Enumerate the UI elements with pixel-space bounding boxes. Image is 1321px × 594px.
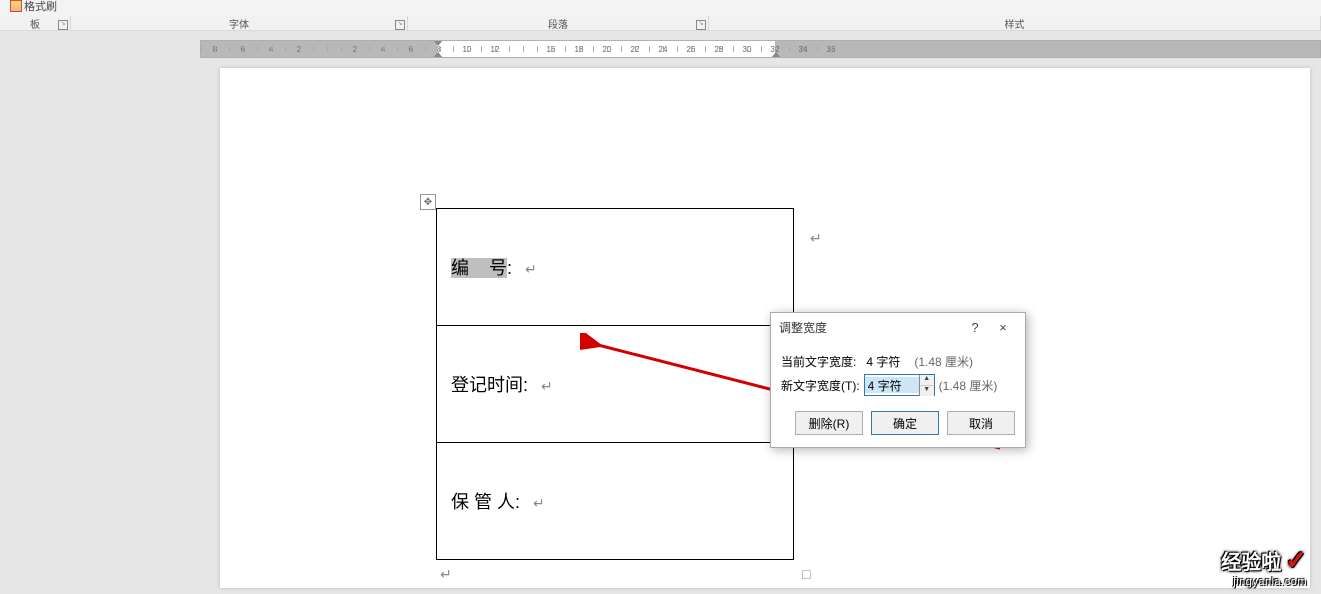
delete-button[interactable]: 删除(R): [795, 411, 863, 435]
new-width-spinner[interactable]: ▲ ▼: [864, 374, 935, 396]
paragraph-group-label: 段落: [548, 16, 568, 31]
ruler-tick: 12: [481, 41, 509, 57]
indent-marker-bottom-icon[interactable]: [433, 52, 443, 58]
paragraph-mark-icon: ↵: [541, 378, 553, 394]
ruler-tick: 36: [817, 41, 845, 57]
group-launcher-icon[interactable]: ↘: [696, 20, 706, 30]
current-width-value: 4 字符: [866, 353, 900, 370]
new-width-label: 新文字宽度(T):: [781, 377, 860, 394]
ruler-tick: 10: [453, 41, 481, 57]
ruler-tick: 4: [257, 41, 285, 57]
ruler-tick: 22: [621, 41, 649, 57]
clipboard-group-label: 板: [30, 16, 40, 31]
format-brush-label: 格式刷: [24, 0, 57, 14]
ruler-tick: 2: [341, 41, 369, 57]
dialog-title: 调整宽度: [779, 319, 827, 336]
cell-label: 登记时间: [451, 375, 523, 395]
ruler-area: 8642246810121618202224262830323436: [0, 40, 1321, 58]
paragraph-mark-icon: ↵: [810, 230, 822, 247]
spinner-down-icon[interactable]: ▼: [920, 386, 934, 396]
table-cell[interactable]: 编 号: ↵: [437, 209, 794, 326]
right-indent-marker-icon[interactable]: [771, 52, 781, 58]
ruler-tick: 20: [593, 41, 621, 57]
cancel-button[interactable]: 取消: [947, 411, 1015, 435]
ok-button[interactable]: 确定: [871, 411, 939, 435]
new-width-input[interactable]: [865, 377, 919, 393]
cell-label: 保 管 人: [451, 492, 515, 512]
ruler-tick: 16: [537, 41, 565, 57]
ruler-tick: [509, 41, 537, 57]
ribbon-groups: 板 ↘ 字体 ↘ 段落 ↘ 样式: [0, 16, 1321, 31]
watermark-url: jingyanla.com: [1221, 576, 1307, 588]
adjust-width-dialog: 调整宽度 ? × 当前文字宽度: 4 字符 (1.48 厘米) 新文字宽度(T)…: [770, 312, 1026, 448]
current-width-label: 当前文字宽度:: [781, 353, 856, 370]
format-painter-button[interactable]: 格式刷: [10, 0, 57, 14]
current-width-paren: (1.48 厘米): [914, 353, 973, 370]
paragraph-mark-icon: ↵: [533, 495, 545, 511]
document-page[interactable]: ✥ 编 号: ↵ 登记时间: ↵ 保 管 人: ↵ ↵: [220, 68, 1310, 588]
checkmark-icon: ✓: [1285, 545, 1307, 575]
table-resize-handle-icon[interactable]: □: [802, 566, 810, 582]
table-cell[interactable]: 登记时间: ↵: [437, 326, 794, 443]
ruler-tick: 6: [229, 41, 257, 57]
dialog-close-button[interactable]: ×: [989, 316, 1017, 338]
table-cell[interactable]: 保 管 人: ↵: [437, 443, 794, 560]
spinner-up-icon[interactable]: ▲: [920, 375, 934, 386]
new-width-paren: (1.48 厘米): [939, 377, 998, 394]
indent-marker-top-icon[interactable]: [433, 40, 443, 46]
ruler-tick: 4: [369, 41, 397, 57]
dialog-titlebar[interactable]: 调整宽度 ? ×: [771, 313, 1025, 341]
ruler-tick: 30: [733, 41, 761, 57]
table-move-handle-icon[interactable]: ✥: [420, 194, 436, 210]
ruler-tick: 34: [789, 41, 817, 57]
brush-icon: [10, 0, 22, 12]
paragraph-mark-icon: ↵: [525, 261, 537, 277]
ruler-tick: 26: [677, 41, 705, 57]
document-table[interactable]: 编 号: ↵ 登记时间: ↵ 保 管 人: ↵: [436, 208, 794, 560]
ruler-tick: 8: [201, 41, 229, 57]
selected-text[interactable]: 编 号: [451, 258, 507, 278]
ruler-tick: 6: [397, 41, 425, 57]
horizontal-ruler[interactable]: 8642246810121618202224262830323436: [200, 40, 1321, 58]
ruler-tick: 2: [285, 41, 313, 57]
group-launcher-icon[interactable]: ↘: [58, 20, 68, 30]
paragraph-mark-icon: ↵: [440, 566, 452, 583]
ruler-tick: 24: [649, 41, 677, 57]
group-launcher-icon[interactable]: ↘: [395, 20, 405, 30]
watermark: 经验啦✓ jingyanla.com: [1221, 545, 1307, 588]
ruler-tick: [313, 41, 341, 57]
ruler-tick: 28: [705, 41, 733, 57]
watermark-text: 经验啦: [1221, 552, 1281, 574]
ruler-tick: 18: [565, 41, 593, 57]
styles-group-label: 样式: [1005, 16, 1025, 31]
dialog-help-button[interactable]: ?: [961, 316, 989, 338]
font-group-label: 字体: [229, 16, 249, 31]
